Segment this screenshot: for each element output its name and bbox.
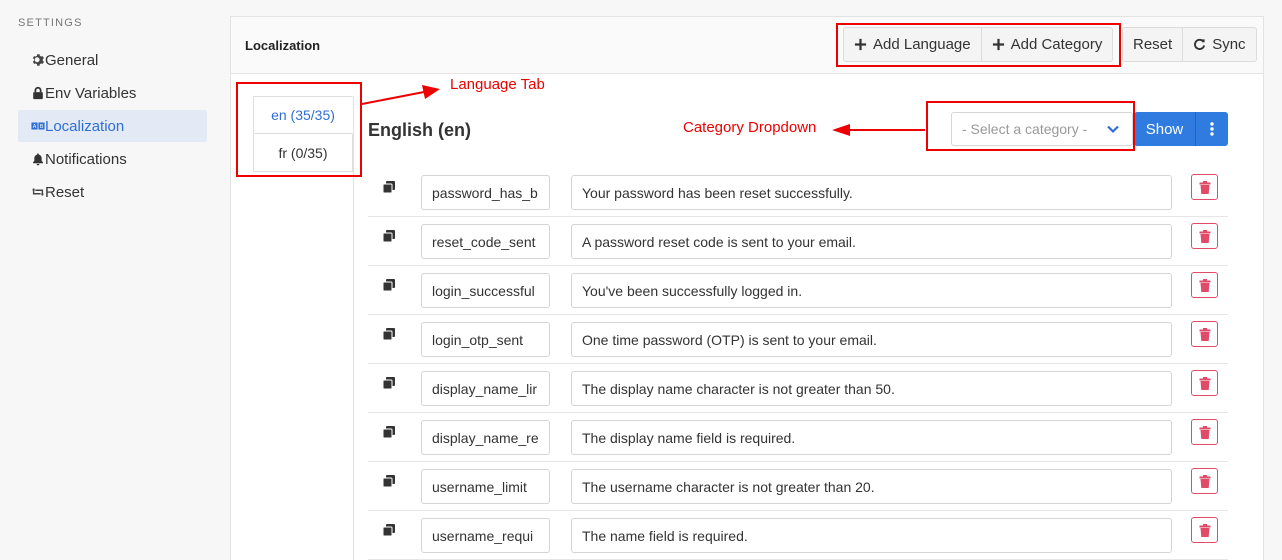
delete-button[interactable]: [1191, 223, 1218, 249]
ab-icon: AB: [30, 119, 45, 134]
ellipsis-vertical-icon: [1210, 122, 1214, 136]
list-item: login_successful You've been successfull…: [368, 266, 1228, 315]
annotation-label-language-tab: Language Tab: [450, 76, 545, 93]
sidebar-item-label: General: [45, 51, 99, 69]
list-item: login_otp_sent One time password (OTP) i…: [368, 315, 1228, 364]
value-input[interactable]: You've been successfully logged in.: [571, 273, 1172, 308]
delete-button[interactable]: [1191, 370, 1218, 396]
sidebar-item-label: Notifications: [45, 150, 127, 168]
trash-icon: [1199, 327, 1210, 341]
key-input[interactable]: password_has_b: [421, 175, 550, 210]
delete-button[interactable]: [1191, 517, 1218, 543]
copy-icon[interactable]: [382, 425, 396, 439]
svg-text:A: A: [32, 124, 36, 130]
key-input[interactable]: display_name_lir: [421, 371, 550, 406]
annotation-box-language-tab: [236, 82, 362, 177]
delete-button[interactable]: [1191, 468, 1218, 494]
value-input[interactable]: The name field is required.: [571, 518, 1172, 553]
list-item: password_has_b Your password has been re…: [368, 168, 1228, 217]
copy-icon[interactable]: [382, 474, 396, 488]
annotation-box-add-buttons: [836, 23, 1121, 67]
value-input[interactable]: The username character is not greater th…: [571, 469, 1172, 504]
copy-icon[interactable]: [382, 327, 396, 341]
translation-list: password_has_b Your password has been re…: [368, 168, 1228, 560]
value-input[interactable]: One time password (OTP) is sent to your …: [571, 322, 1172, 357]
svg-text:B: B: [39, 124, 43, 130]
sidebar-item-label: Env Variables: [45, 84, 137, 102]
annotation-box-category-dropdown: [926, 101, 1135, 151]
reset-label: Reset: [1133, 36, 1173, 53]
trash-icon: [1199, 229, 1210, 243]
reset-sync-group: Reset Sync: [1122, 27, 1257, 62]
key-input[interactable]: username_requi: [421, 518, 550, 553]
trash-icon: [1199, 425, 1210, 439]
delete-button[interactable]: [1191, 419, 1218, 445]
copy-icon[interactable]: [382, 523, 396, 537]
reset-button[interactable]: Reset: [1123, 28, 1184, 61]
copy-icon[interactable]: [382, 180, 396, 194]
sidebar-item-label: Reset: [45, 183, 85, 201]
value-input[interactable]: Your password has been reset successfull…: [571, 175, 1172, 210]
list-item: display_name_re The display name field i…: [368, 413, 1228, 462]
show-button-group: Show: [1134, 112, 1228, 146]
sidebar-item-general[interactable]: General: [18, 44, 207, 76]
sidebar-heading: SETTINGS: [18, 17, 83, 29]
localization-card: Localization Add Language Add Category R…: [230, 16, 1264, 560]
value-input[interactable]: The display name character is not greate…: [571, 371, 1172, 406]
trash-icon: [1199, 523, 1210, 537]
copy-icon[interactable]: [382, 229, 396, 243]
trash-icon: [1199, 278, 1210, 292]
gear-icon: [30, 53, 45, 68]
list-item: reset_code_sent A password reset code is…: [368, 217, 1228, 266]
key-input[interactable]: login_otp_sent: [421, 322, 550, 357]
copy-icon[interactable]: [382, 376, 396, 390]
copy-icon[interactable]: [382, 278, 396, 292]
annotation-label-category-dropdown: Category Dropdown: [683, 119, 817, 136]
key-input[interactable]: login_successful: [421, 273, 550, 308]
list-item: username_limit The username character is…: [368, 462, 1228, 511]
language-heading: English (en): [368, 120, 471, 140]
refresh-icon: [1193, 38, 1206, 51]
value-input[interactable]: A password reset code is sent to your em…: [571, 224, 1172, 259]
key-input[interactable]: reset_code_sent: [421, 224, 550, 259]
sidebar-item-label: Localization: [45, 117, 125, 135]
more-options-button[interactable]: [1196, 112, 1228, 146]
delete-button[interactable]: [1191, 174, 1218, 200]
trash-icon: [1199, 474, 1210, 488]
delete-button[interactable]: [1191, 272, 1218, 298]
trash-icon: [1199, 180, 1210, 194]
key-input[interactable]: username_limit: [421, 469, 550, 504]
list-item: username_requi The name field is require…: [368, 511, 1228, 560]
list-item: display_name_lir The display name charac…: [368, 364, 1228, 413]
settings-sidebar: SETTINGS General Env Variables AB Locali…: [0, 0, 215, 560]
trash-icon: [1199, 376, 1210, 390]
page-title: Localization: [245, 38, 321, 53]
sidebar-item-notifications[interactable]: Notifications: [18, 143, 207, 175]
key-input[interactable]: display_name_re: [421, 420, 550, 455]
sidebar-item-env-variables[interactable]: Env Variables: [18, 77, 207, 109]
value-input[interactable]: The display name field is required.: [571, 420, 1172, 455]
show-button[interactable]: Show: [1134, 112, 1196, 146]
lock-icon: [30, 86, 45, 101]
sync-label: Sync: [1212, 36, 1246, 53]
delete-button[interactable]: [1191, 321, 1218, 347]
sidebar-item-reset[interactable]: Reset: [18, 176, 207, 208]
retweet-icon: [30, 185, 45, 200]
bell-icon: [30, 152, 45, 167]
sidebar-item-localization[interactable]: AB Localization: [18, 110, 207, 142]
sync-button[interactable]: Sync: [1183, 28, 1255, 61]
